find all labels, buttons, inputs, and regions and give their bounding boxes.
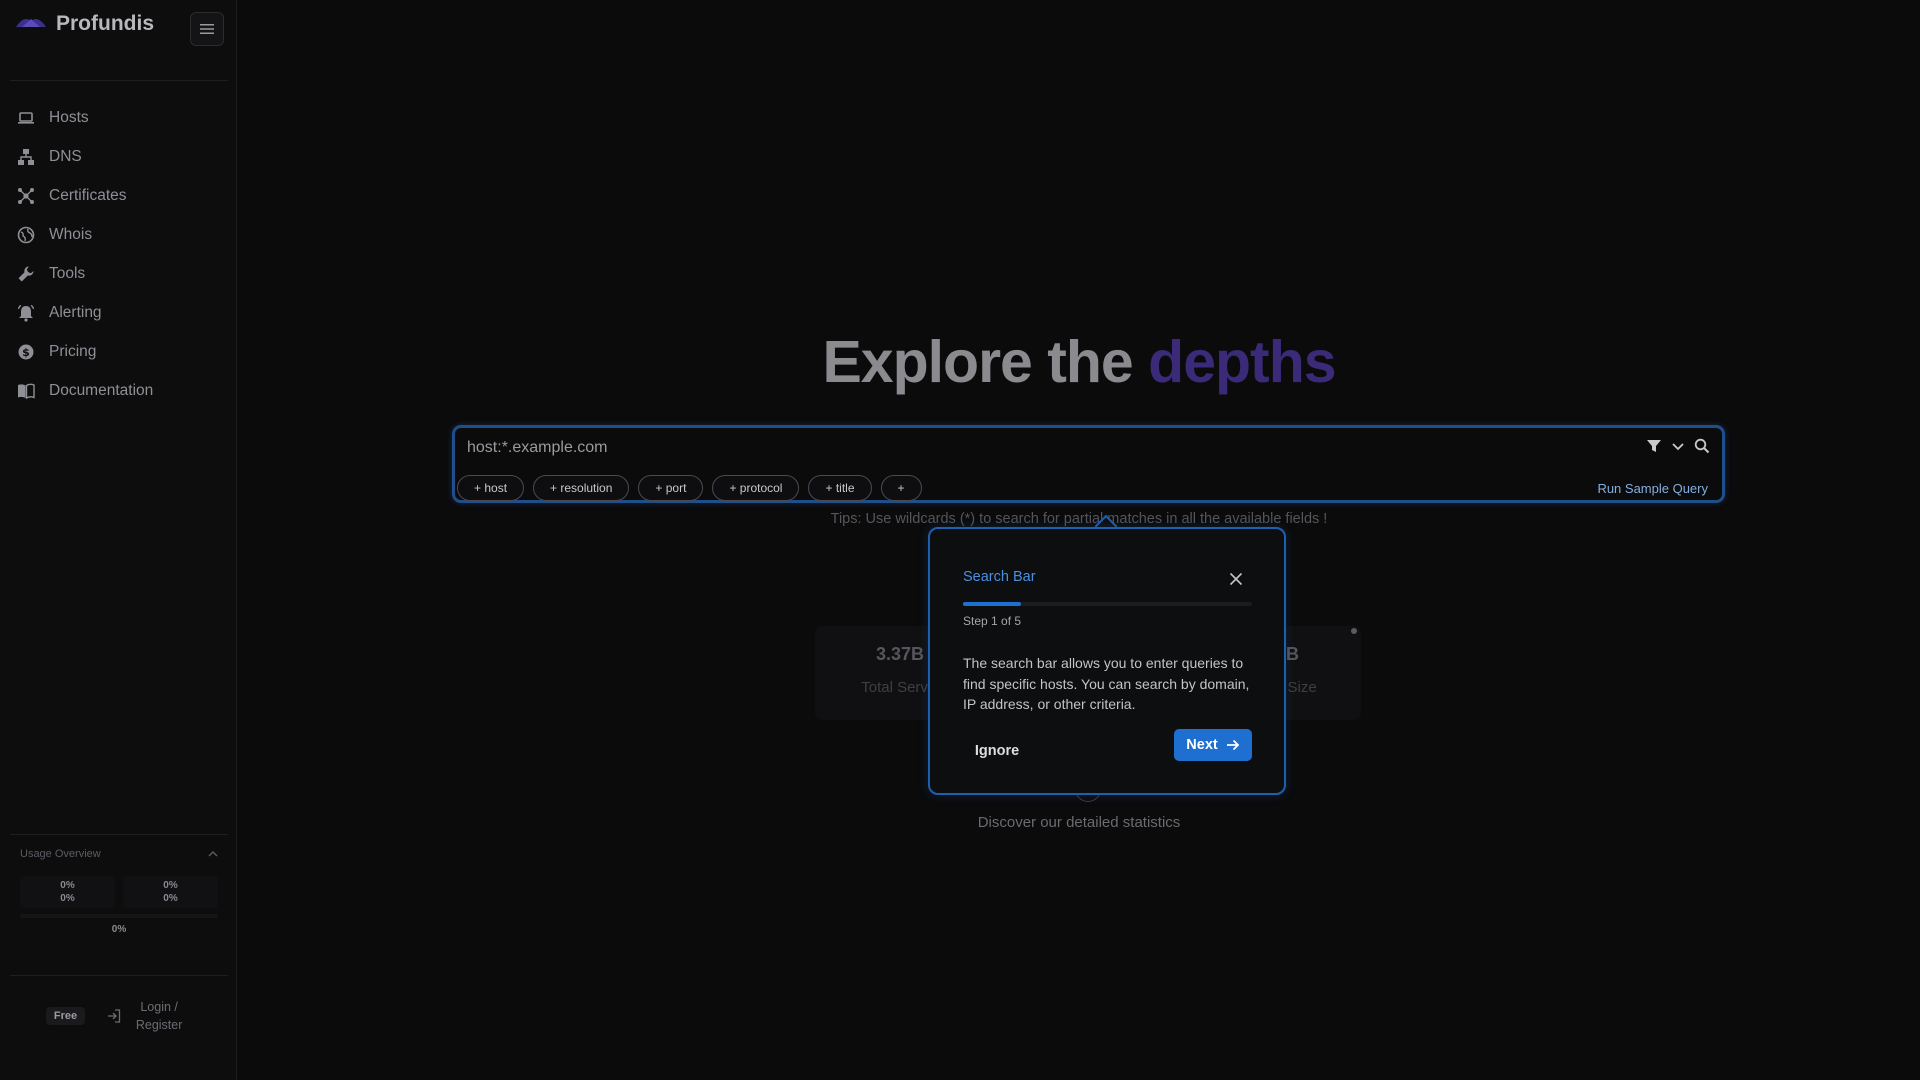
book-icon — [18, 383, 35, 399]
sidebar-item-pricing[interactable]: $ Pricing — [0, 332, 237, 371]
search-bar: + host + resolution + port + protocol + … — [452, 425, 1725, 503]
usage-cell: 0% 0% — [123, 876, 218, 908]
hero-title: Explore the depths — [238, 328, 1920, 396]
menu-toggle-button[interactable] — [190, 12, 224, 46]
search-icon[interactable] — [1694, 438, 1710, 454]
sidebar-item-alerting[interactable]: Alerting — [0, 293, 237, 332]
arrow-right-icon — [1226, 739, 1239, 751]
sidebar-divider — [10, 975, 228, 976]
tour-progress-fill — [963, 602, 1021, 606]
svg-text:$: $ — [22, 346, 30, 359]
tour-popover: Search Bar Step 1 of 5 The search bar al… — [928, 527, 1286, 795]
tour-next-button[interactable]: Next — [1174, 729, 1252, 761]
hero-title-text: Explore the — [822, 329, 1133, 395]
filter-icon[interactable] — [1646, 438, 1662, 454]
profundis-logo-icon — [16, 19, 46, 27]
discover-statistics-link[interactable]: Discover our detailed statistics — [238, 814, 1920, 831]
chip-host[interactable]: + host — [457, 475, 525, 501]
login-register-link[interactable]: Login / Register — [107, 998, 191, 1034]
chip-title[interactable]: + title — [808, 475, 872, 501]
chip-resolution[interactable]: + resolution — [533, 475, 630, 501]
tour-body: The search bar allows you to enter queri… — [963, 655, 1250, 712]
tour-ignore-button[interactable]: Ignore — [963, 735, 1031, 767]
usage-total: 0% — [111, 924, 127, 935]
tour-next-label: Next — [1186, 737, 1218, 753]
sidebar-item-label: Documentation — [49, 381, 154, 399]
sidebar-item-label: Whois — [49, 225, 93, 243]
tour-title: Search Bar — [963, 569, 1036, 585]
hero-title-accent: depths — [1148, 329, 1336, 395]
sidebar-nav: Hosts DNS Certificates Whois Tools Alert… — [0, 98, 237, 410]
sidebar-item-hosts[interactable]: Hosts — [0, 98, 237, 137]
sidebar-divider — [10, 80, 228, 81]
sidebar-item-documentation[interactable]: Documentation — [0, 371, 237, 410]
sitemap-icon — [18, 148, 34, 165]
brand-name: Profundis — [56, 12, 154, 35]
hamburger-icon — [200, 24, 214, 34]
stats-indicator — [1351, 628, 1357, 634]
usage-overview-title: Usage Overview — [20, 848, 101, 860]
chip-port[interactable]: + port — [638, 475, 704, 501]
sidebar-item-label: Certificates — [49, 186, 127, 204]
sidebar-item-whois[interactable]: Whois — [0, 215, 237, 254]
tour-progress-bar — [963, 602, 1252, 606]
chip-add[interactable]: + — [880, 475, 922, 501]
run-sample-query-link[interactable]: Run Sample Query — [1597, 481, 1708, 496]
usage-overview: Usage Overview 0% 0% 0% 0% 0% — [10, 848, 228, 935]
sidebar-item-certificates[interactable]: Certificates — [0, 176, 237, 215]
close-icon — [1229, 572, 1243, 586]
search-input[interactable] — [467, 434, 1607, 462]
network-icon — [18, 187, 34, 204]
sidebar-item-label: Pricing — [49, 342, 97, 360]
sidebar-item-label: DNS — [49, 147, 82, 165]
stat-value: TB — [1275, 644, 1299, 664]
chip-protocol[interactable]: + protocol — [712, 475, 800, 501]
sidebar-item-label: Hosts — [49, 108, 89, 126]
sidebar-item-tools[interactable]: Tools — [0, 254, 237, 293]
chevron-up-icon — [208, 851, 218, 857]
sidebar: Profundis Hosts DNS Certificates Whois T… — [0, 0, 237, 1080]
sidebar-item-label: Tools — [49, 264, 86, 282]
laptop-icon — [18, 111, 34, 124]
stat-database-size: TB e Size — [1275, 644, 1355, 696]
stat-label: e Size — [1275, 679, 1317, 696]
usage-bar — [20, 914, 218, 918]
sidebar-item-label: Alerting — [49, 303, 102, 321]
dollar-icon: $ — [18, 344, 34, 359]
sidebar-divider — [10, 834, 228, 835]
search-tips: Tips: Use wildcards (*) to search for pa… — [830, 511, 1328, 527]
wrench-icon — [18, 265, 34, 281]
tour-step: Step 1 of 5 — [963, 614, 1022, 628]
chevron-down-icon[interactable] — [1670, 438, 1686, 454]
sidebar-footer: Free Login / Register — [0, 998, 237, 1034]
globe-icon — [17, 226, 35, 243]
sidebar-item-dns[interactable]: DNS — [0, 137, 237, 176]
tour-close-button[interactable] — [1226, 569, 1246, 589]
bell-icon — [17, 304, 35, 322]
usage-overview-header[interactable]: Usage Overview — [10, 848, 228, 860]
login-register-label: Login / Register — [135, 1000, 183, 1032]
login-icon — [108, 1009, 121, 1023]
plan-badge: Free — [45, 1007, 86, 1025]
usage-cell: 0% 0% — [20, 876, 115, 908]
filter-chips: + host + resolution + port + protocol + … — [457, 475, 922, 501]
brand[interactable]: Profundis — [14, 12, 154, 36]
